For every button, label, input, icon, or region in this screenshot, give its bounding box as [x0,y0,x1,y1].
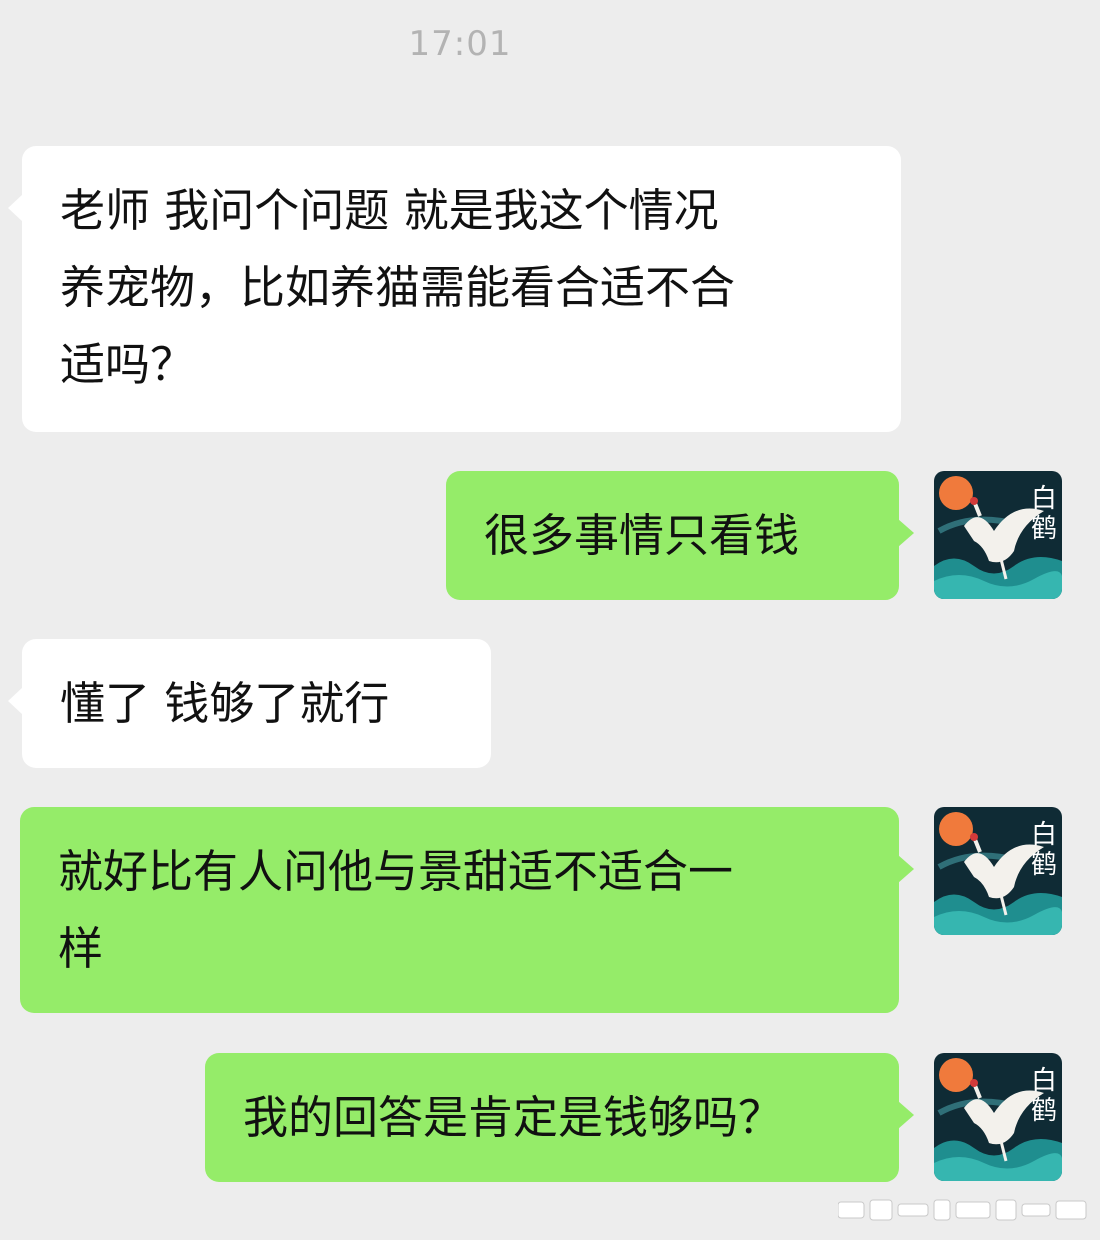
sender-avatar[interactable]: 白 鹤 [934,1053,1062,1181]
avatar-label-top: 白 [1031,1066,1057,1096]
crane-avatar-icon: 白 鹤 [934,1053,1062,1181]
avatar-label-top: 白 [1031,820,1057,850]
sender-avatar[interactable]: 白 鹤 [934,807,1062,935]
sender-avatar[interactable]: 白 鹤 [934,471,1062,599]
avatar-label-bottom: 鹤 [1031,514,1057,544]
message-bubble-outgoing[interactable]: 就好比有人问他与景甜适不适合一 样 [20,807,914,1013]
message-bubble-incoming[interactable]: 老师 我问个问题 就是我这个情况 养宠物，比如养猫需能看合适不合 适吗？ [8,146,901,432]
avatar-label-bottom: 鹤 [1031,1096,1057,1126]
chat-timestamp: 17:01 [408,24,512,64]
avatar-label-top: 白 [1031,484,1057,514]
message-bubble-incoming[interactable]: 懂了 钱够了就行 [8,639,491,768]
message-bubble-outgoing[interactable]: 很多事情只看钱 [446,471,914,600]
crane-avatar-icon: 白 鹤 [934,807,1062,935]
watermark-graphic [838,1199,1087,1221]
message-bubble-outgoing[interactable]: 我的回答是肯定是钱够吗？ [205,1053,914,1182]
avatar-label-bottom: 鹤 [1031,850,1057,880]
crane-avatar-icon: 白 鹤 [934,471,1062,599]
